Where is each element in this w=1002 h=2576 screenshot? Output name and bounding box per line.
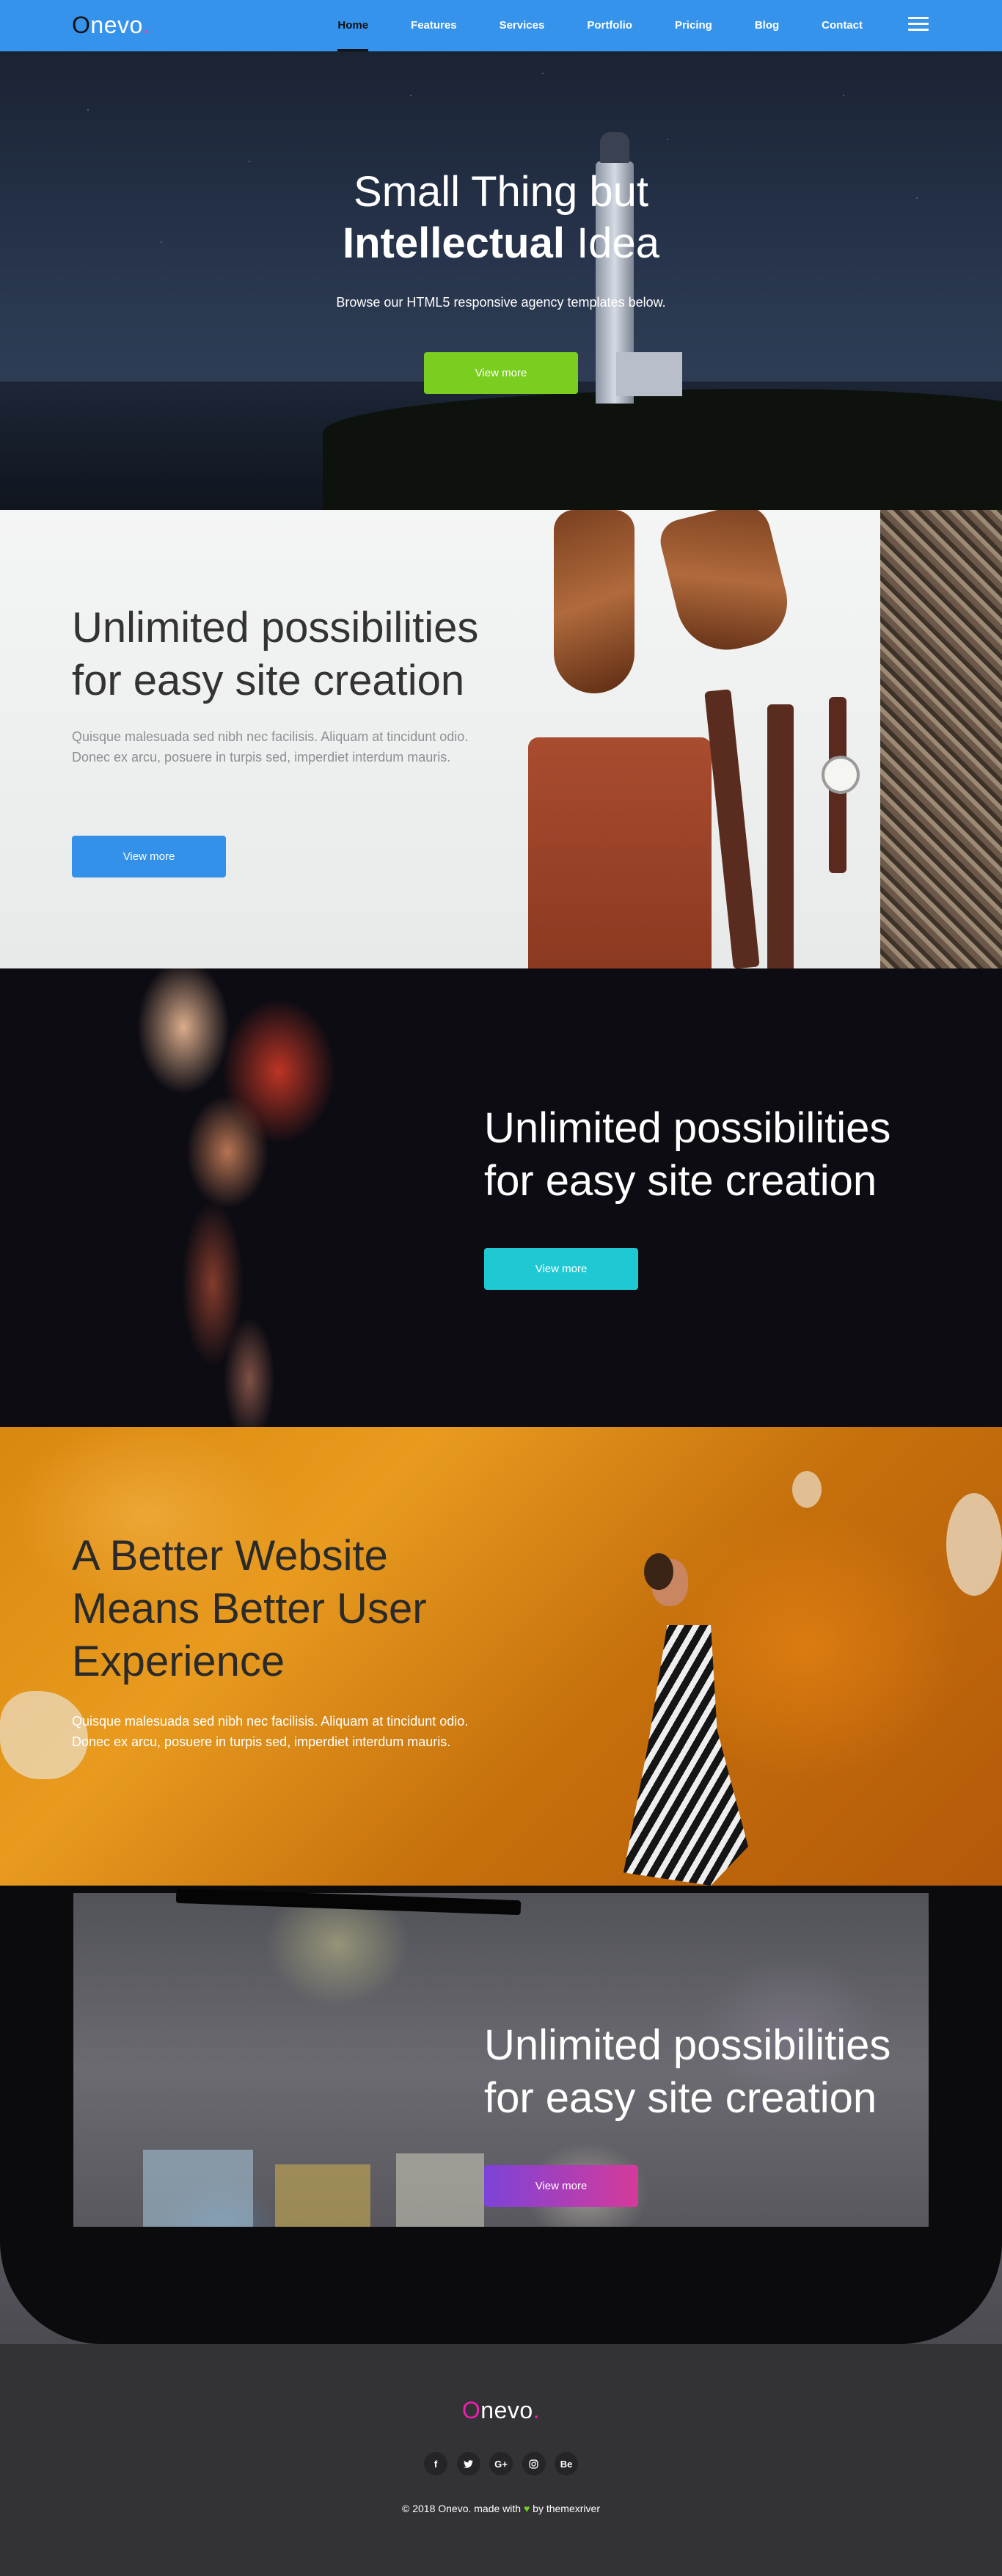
footer-logo[interactable]: Onevo. — [0, 2397, 1002, 2424]
section2-description: Quisque malesuada sed nibh nec facilisis… — [72, 729, 469, 765]
menu-icon[interactable] — [908, 17, 929, 33]
watch-image — [822, 697, 860, 873]
hero-title-line2: Intellectual Idea — [0, 219, 1002, 268]
hero-title-line1: Small Thing but — [354, 168, 648, 216]
section3-title: Unlimited possibilities for easy site cre… — [484, 1104, 891, 1205]
nav-link-portfolio[interactable]: Portfolio — [587, 0, 632, 51]
section4-description: Quisque malesuada sed nibh nec facilisis… — [72, 1714, 469, 1749]
logo-letter: O — [72, 12, 91, 38]
section5-view-more-button[interactable]: View more — [484, 2165, 638, 2207]
smoke-image — [103, 968, 440, 1427]
nav-link-services[interactable]: Services — [500, 0, 545, 51]
boot-image — [554, 510, 635, 693]
woman-image — [623, 1625, 748, 1886]
navbar: Onevo. Home Features Services Portfolio … — [0, 0, 1002, 51]
hero-subtitle: Browse our HTML5 responsive agency templ… — [336, 295, 666, 310]
twitter-icon[interactable] — [456, 2452, 480, 2475]
nav-link-contact[interactable]: Contact — [822, 0, 863, 51]
hero-view-more-button[interactable]: View more — [424, 352, 578, 394]
social-links: f G+ Be — [424, 2452, 578, 2475]
copyright-text: © 2018 Onevo. made with ♥ by themexriver — [402, 2503, 600, 2514]
pants-image — [528, 737, 712, 968]
sweater-image — [880, 510, 1002, 968]
logo[interactable]: Onevo. — [72, 12, 150, 39]
section4-title: A Better Website Means Better User Experie… — [72, 1532, 427, 1685]
section3-view-more-button[interactable]: View more — [484, 1248, 638, 1290]
logo-dot: . — [142, 12, 150, 38]
nav-link-pricing[interactable]: Pricing — [675, 0, 712, 51]
nav-link-blog[interactable]: Blog — [755, 0, 779, 51]
section2-title: Unlimited possibilities for easy site cre… — [72, 604, 479, 704]
hero-title-bold: Intellectual — [343, 219, 565, 267]
google-plus-icon[interactable]: G+ — [489, 2452, 513, 2475]
facebook-icon[interactable]: f — [424, 2452, 447, 2475]
section2-view-more-button[interactable]: View more — [72, 836, 226, 877]
nav-links: Home Features Services Portfolio Pricing… — [337, 0, 863, 51]
logo-text: nevo — [90, 12, 143, 38]
section5-title: Unlimited possibilities for easy site cre… — [484, 2021, 891, 2122]
instagram-icon[interactable] — [522, 2452, 546, 2475]
behance-icon[interactable]: Be — [555, 2452, 578, 2475]
hero-title-rest: Idea — [564, 219, 659, 267]
hero-section — [0, 51, 1002, 510]
nav-link-home[interactable]: Home — [337, 0, 368, 51]
belt-image — [704, 689, 760, 968]
nav-link-features[interactable]: Features — [411, 0, 457, 51]
